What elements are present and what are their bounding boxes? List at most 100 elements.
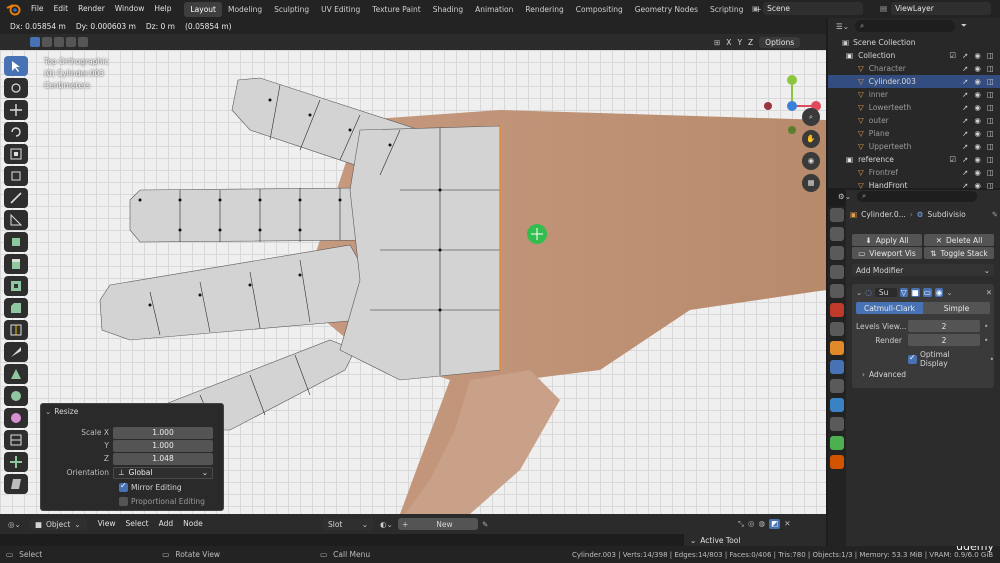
render-tab-icon[interactable] <box>830 227 844 241</box>
gizmo-z-axis[interactable] <box>787 101 797 111</box>
zoom-icon[interactable]: ⌕ <box>802 108 820 126</box>
selectable-arrow-icon[interactable]: ➚ <box>962 103 968 112</box>
axis-z-toggle[interactable]: Z <box>748 38 753 47</box>
outliner-search[interactable]: ⌕ <box>855 20 956 32</box>
eye-icon[interactable]: ◉ <box>974 90 981 99</box>
apply-all-button[interactable]: ⬇ Apply All <box>852 234 922 246</box>
constraints-tab-icon[interactable] <box>830 417 844 431</box>
filter-icon[interactable]: ⏷ <box>961 21 967 31</box>
add-modifier-dropdown[interactable]: Add Modifier ⌄ <box>852 264 994 276</box>
tab-modeling[interactable]: Modeling <box>222 2 268 17</box>
eye-icon[interactable]: ◉ <box>974 181 981 190</box>
tab-texture-paint[interactable]: Texture Paint <box>366 2 426 17</box>
ortho-grid-icon[interactable]: ▦ <box>802 174 820 192</box>
mirror-editing-checkbox[interactable] <box>119 481 128 492</box>
outliner-object-row[interactable]: ▽ Upperteeth ➚ ◉ ◫ <box>828 140 1000 153</box>
gizmo-neg-y-axis[interactable] <box>788 126 796 134</box>
axis-y-toggle[interactable]: Y <box>737 38 742 47</box>
tool-cursor[interactable] <box>4 78 28 98</box>
simple-button[interactable]: Simple <box>923 302 990 314</box>
camera-view-icon[interactable]: ◉ <box>802 152 820 170</box>
slot-dropdown[interactable]: Slot ⌄ <box>322 518 374 530</box>
tab-compositing[interactable]: Compositing <box>570 2 629 17</box>
camera-icon[interactable]: ◫ <box>987 116 994 125</box>
scale-z-field[interactable]: 1.048 <box>113 452 213 465</box>
tool-move[interactable] <box>4 100 28 120</box>
chevron-down-icon[interactable]: ⌄ <box>856 288 862 297</box>
tool-knife[interactable] <box>4 342 28 362</box>
selectable-arrow-icon[interactable]: ➚ <box>962 64 968 73</box>
selectable-arrow-icon[interactable]: ➚ <box>962 155 968 164</box>
output-tab-icon[interactable] <box>830 246 844 260</box>
tool-annotate[interactable] <box>4 188 28 208</box>
axis-x-toggle[interactable]: X <box>726 38 731 47</box>
material-tab-icon[interactable] <box>830 455 844 469</box>
proportional-icon[interactable]: ◎ <box>748 519 755 529</box>
eye-icon[interactable]: ◉ <box>974 116 981 125</box>
tab-uv-editing[interactable]: UV Editing <box>315 2 366 17</box>
render-levels-field[interactable]: 2 <box>908 334 980 346</box>
proportional-editing-checkbox[interactable] <box>119 497 128 506</box>
snap-icon[interactable]: ⤡ <box>738 519 744 529</box>
overlay-icon[interactable]: ◍ <box>759 519 766 529</box>
edit-cage-icon[interactable]: ▽ <box>899 287 908 297</box>
tool-shrink-fatten[interactable] <box>4 452 28 472</box>
eye-icon[interactable]: ◉ <box>974 155 981 164</box>
tool-add-cube[interactable] <box>4 232 28 252</box>
select-intersect-icon[interactable] <box>78 37 88 47</box>
bottom-menu-select[interactable]: Select <box>120 515 153 533</box>
menu-edit[interactable]: Edit <box>49 0 74 18</box>
outliner-object-row[interactable]: ▽ Character ➚ ◉ ◫ <box>828 62 1000 75</box>
camera-icon[interactable]: ◫ <box>987 155 994 164</box>
levels-viewport-field[interactable]: 2 <box>908 320 980 332</box>
tool-poly-build[interactable] <box>4 364 28 384</box>
outliner-object-row[interactable]: ▽ Frontref ➚ ◉ ◫ <box>828 166 1000 179</box>
editor-type-icon[interactable]: ◎⌄ <box>8 520 21 529</box>
close-icon[interactable]: ✕ <box>784 519 790 529</box>
tool-measure[interactable] <box>4 210 28 230</box>
tab-geometry-nodes[interactable]: Geometry Nodes <box>629 2 704 17</box>
selectable-arrow-icon[interactable]: ➚ <box>962 116 968 125</box>
view-layer-tab-icon[interactable] <box>830 265 844 279</box>
camera-icon[interactable]: ◫ <box>987 64 994 73</box>
include-checkbox-icon[interactable]: ☑ <box>949 155 956 164</box>
pan-hand-icon[interactable]: ✋ <box>802 130 820 148</box>
render-display-icon[interactable]: ◉ <box>934 287 944 297</box>
selectable-arrow-icon[interactable]: ➚ <box>962 129 968 138</box>
options-button[interactable]: Options <box>759 36 801 48</box>
tab-sculpting[interactable]: Sculpting <box>268 2 315 17</box>
tool-select-box[interactable] <box>4 56 28 76</box>
tab-shading[interactable]: Shading <box>427 2 469 17</box>
remove-modifier-icon[interactable]: ✕ <box>986 288 992 297</box>
keyframe-dot-icon[interactable]: • <box>984 336 988 345</box>
outliner-object-row[interactable]: ▽ Lowerteeth ➚ ◉ ◫ <box>828 101 1000 114</box>
tab-rendering[interactable]: Rendering <box>519 2 569 17</box>
camera-icon[interactable]: ◫ <box>987 181 994 190</box>
eye-icon[interactable]: ◉ <box>974 168 981 177</box>
properties-editor-icon[interactable]: ⚙⌄ <box>838 192 851 201</box>
modifier-name-field[interactable]: Su <box>874 287 897 297</box>
camera-icon[interactable]: ◫ <box>987 168 994 177</box>
scene-selector[interactable]: Scene <box>763 2 864 15</box>
scale-y-field[interactable]: 1.000 <box>113 439 213 452</box>
selectable-arrow-icon[interactable]: ➚ <box>962 77 968 86</box>
pin-icon[interactable]: ✎ <box>482 520 488 529</box>
outliner-editor-icon[interactable]: ☰⌄ <box>836 22 849 31</box>
keyframe-dot-icon[interactable]: • <box>990 355 994 364</box>
delete-all-button[interactable]: ✕ Delete All <box>924 234 994 246</box>
menu-render[interactable]: Render <box>73 0 110 18</box>
outliner-object-row[interactable]: ▽ Plane ➚ ◉ ◫ <box>828 127 1000 140</box>
selectable-arrow-icon[interactable]: ➚ <box>962 168 968 177</box>
tool-edge-slide[interactable] <box>4 430 28 450</box>
selectable-arrow-icon[interactable]: ➚ <box>962 90 968 99</box>
tool-tab-icon[interactable] <box>830 208 844 222</box>
menu-help[interactable]: Help <box>149 0 176 18</box>
bottom-menu-node[interactable]: Node <box>178 515 208 533</box>
eye-icon[interactable]: ◉ <box>974 142 981 151</box>
orientation-dropdown[interactable]: ⊥ Global ⌄ <box>113 466 213 479</box>
tool-spin[interactable] <box>4 386 28 406</box>
advanced-subpanel[interactable]: › Advanced <box>862 370 906 379</box>
camera-icon[interactable]: ◫ <box>987 142 994 151</box>
eye-icon[interactable]: ◉ <box>974 77 981 86</box>
camera-icon[interactable]: ◫ <box>987 90 994 99</box>
